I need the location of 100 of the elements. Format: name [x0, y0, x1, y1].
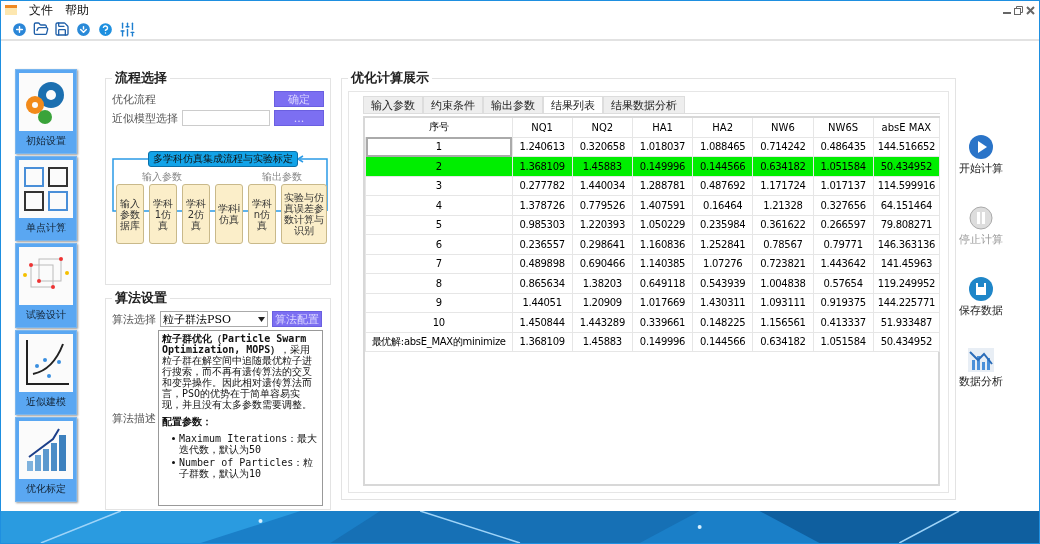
table-cell: 9 — [365, 293, 512, 313]
table-cell: 1.088465 — [692, 137, 753, 157]
play-icon — [969, 135, 993, 159]
table-row[interactable]: 4 1.378726 0.779526 1.407591 0.16464 1.21328 0.327656 64.151464 — [365, 195, 940, 215]
table-cell: 0.149996 — [632, 332, 693, 352]
scatter-plot-icon — [26, 339, 70, 385]
flow-step: 输入参数据库 — [116, 184, 144, 244]
table-cell: 0.79771 — [813, 234, 874, 254]
bar-chart-icon — [27, 428, 66, 471]
folder-icon[interactable] — [33, 21, 49, 37]
sliders-icon[interactable] — [119, 20, 136, 38]
column-header: absE MAX — [873, 118, 940, 137]
table-cell: 4 — [365, 195, 512, 215]
table-cell: 1.430311 — [692, 293, 753, 313]
table-cell: 1.443642 — [813, 254, 874, 274]
table-row[interactable]: 最优解:absE_MAX的minimize 1.368109 1.45883 0.149996 0.144566 0.634182 1.051584 50.434952 — [365, 332, 940, 352]
table-row[interactable]: 8 0.865634 1.38203 0.649118 0.543939 1.004838 0.57654 119.249952 — [365, 273, 940, 293]
table-cell: 0.413337 — [813, 312, 874, 332]
table-cell: 0.57654 — [813, 273, 874, 293]
table-cell: 0.985303 — [512, 215, 573, 235]
nav-button[interactable]: 试验设计 — [15, 243, 77, 328]
action-button[interactable]: 开始计算 — [959, 135, 1003, 176]
table-cell: 7 — [365, 254, 512, 274]
table-cell: 0.779526 — [572, 195, 633, 215]
flow-step: 学科i仿真 — [215, 184, 243, 244]
action-button[interactable]: 数据分析 — [959, 348, 1003, 389]
table-cell: 0.236557 — [512, 234, 573, 254]
table-cell: 1.45883 — [572, 156, 633, 176]
table-cell: 0.144566 — [692, 156, 753, 176]
table-cell: 1.440034 — [572, 176, 633, 196]
tab[interactable]: 输出参数 — [483, 96, 543, 113]
input-field[interactable] — [182, 110, 270, 126]
table-cell: 3 — [365, 176, 512, 196]
table-row[interactable]: 9 1.44051 1.20909 1.017669 1.430311 1.093111 0.919375 144.225771 — [365, 293, 940, 313]
nav-button[interactable]: 近似建模 — [15, 330, 77, 415]
bullet-icon — [172, 437, 175, 440]
table-cell: 51.933487 — [873, 312, 940, 332]
table-cell: 0.149996 — [632, 156, 693, 176]
nav-button[interactable]: 单点计算 — [15, 156, 77, 241]
table-cell: 0.714242 — [752, 137, 813, 157]
table-cell: 1.20909 — [572, 293, 633, 313]
diagram-label: 输入参数 — [142, 170, 182, 184]
table-cell: 50.434952 — [873, 156, 940, 176]
algorithm-dropdown[interactable]: 粒子群法PSO — [160, 311, 268, 327]
column-header: NQ2 — [572, 118, 633, 137]
table-cell: 1.38203 — [572, 273, 633, 293]
table-cell: 146.363136 — [873, 234, 940, 254]
action-button[interactable]: 保存数据 — [959, 277, 1003, 318]
add-icon[interactable] — [11, 20, 28, 38]
table-cell: 1.21328 — [752, 195, 813, 215]
table-row[interactable]: 5 0.985303 1.220393 1.050229 0.235984 0.361622 0.266597 79.808271 — [365, 215, 940, 235]
flow-step: 学科n仿真 — [248, 184, 276, 244]
table-cell: 6 — [365, 234, 512, 254]
column-header: NW6S — [813, 118, 874, 137]
table-cell: 8 — [365, 273, 512, 293]
menu-item[interactable]: 文件 — [29, 1, 53, 19]
restore-icon[interactable] — [1014, 5, 1023, 15]
table-cell: 0.298641 — [572, 234, 633, 254]
tab[interactable]: 结果列表 — [543, 96, 603, 113]
nav-button[interactable]: 优化标定 — [15, 417, 77, 502]
app-icon — [5, 5, 17, 15]
column-header: HA1 — [632, 118, 693, 137]
table-row[interactable]: 2 1.368109 1.45883 0.149996 0.144566 0.634182 1.051584 50.434952 — [365, 156, 940, 176]
group-title: 流程选择 — [114, 69, 168, 87]
table-row[interactable]: 7 0.489898 0.690466 1.140385 1.07276 0.723821 1.443642 141.45963 — [365, 254, 940, 274]
table-row[interactable]: 6 0.236557 0.298641 1.160836 1.252841 0.78567 0.79771 146.363136 — [365, 234, 940, 254]
table-cell: 64.151464 — [873, 195, 940, 215]
menu-item[interactable]: 帮助 — [65, 1, 89, 19]
save-icon[interactable] — [54, 21, 70, 37]
field-label: 算法选择 — [112, 311, 156, 327]
table-cell: 1.368109 — [512, 332, 573, 352]
help-icon[interactable] — [97, 20, 114, 38]
table-row[interactable]: 10 1.450844 1.443289 0.339661 0.148225 1.156561 0.413337 51.933487 — [365, 312, 940, 332]
table-cell: 1.45883 — [572, 332, 633, 352]
flow-step: 学科2仿真 — [182, 184, 210, 244]
table-cell: 10 — [365, 312, 512, 332]
table-cell: 141.45963 — [873, 254, 940, 274]
tab[interactable]: 结果数据分析 — [603, 96, 685, 113]
table-cell: 0.486435 — [813, 137, 874, 157]
table-cell: 0.361622 — [752, 215, 813, 235]
table-row[interactable]: 1 1.240613 0.320658 1.018037 1.088465 0.714242 0.486435 144.516652 — [365, 137, 940, 157]
field-label: 算法描述 — [112, 410, 156, 426]
table-cell: 0.266597 — [813, 215, 874, 235]
table-cell: 1.017669 — [632, 293, 693, 313]
table-cell: 0.690466 — [572, 254, 633, 274]
table-row[interactable]: 3 0.277782 1.440034 1.288781 0.487692 1.171724 1.017137 114.599916 — [365, 176, 940, 196]
flow-step: 学科1仿真 — [149, 184, 177, 244]
table-cell: 0.543939 — [692, 273, 753, 293]
table-cell: 0.723821 — [752, 254, 813, 274]
tab[interactable]: 约束条件 — [423, 96, 483, 113]
nav-button[interactable]: 初始设置 — [15, 69, 77, 154]
table-cell: 1.018037 — [632, 137, 693, 157]
field-label: 优化流程 — [112, 91, 156, 107]
table-cell: 2 — [365, 156, 512, 176]
download-icon[interactable] — [75, 20, 92, 38]
table-cell: 1.140385 — [632, 254, 693, 274]
close-icon[interactable] — [1026, 5, 1035, 15]
tab[interactable]: 输入参数 — [363, 96, 423, 113]
table-cell: 50.434952 — [873, 332, 940, 352]
table-cell: 0.339661 — [632, 312, 693, 332]
